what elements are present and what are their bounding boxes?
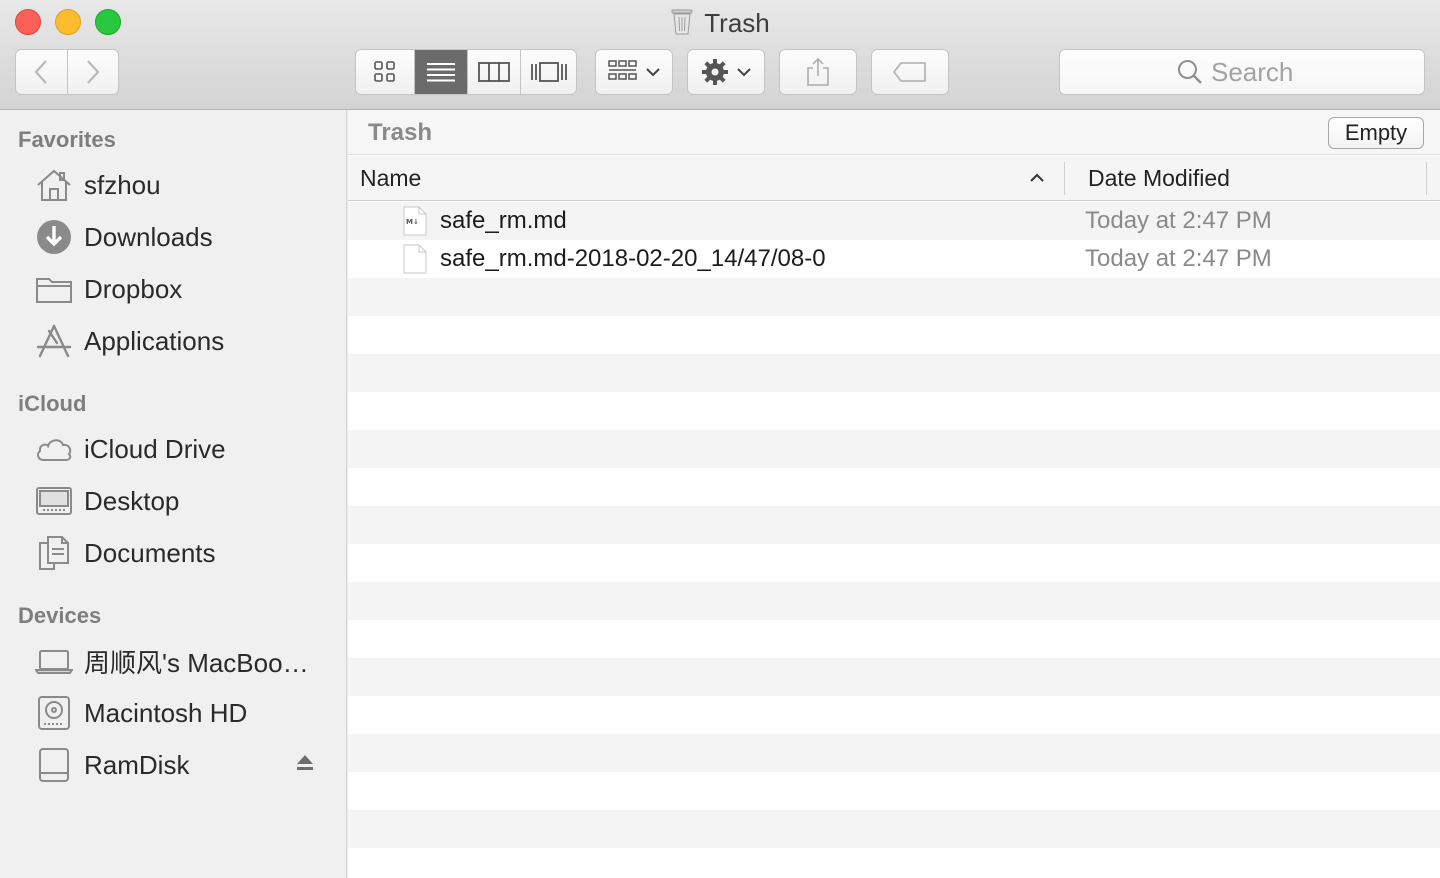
sidebar-item-label: iCloud Drive: [84, 433, 226, 464]
sidebar-item-label: Desktop: [84, 485, 180, 516]
sidebar-item-label: Dropbox: [84, 273, 183, 304]
column-divider[interactable]: [1426, 162, 1427, 195]
folder-icon: [34, 271, 74, 307]
icon-view-button[interactable]: [356, 50, 415, 94]
sidebar-item-label: Macintosh HD: [84, 697, 248, 728]
sidebar-section-devices: Devices: [18, 603, 102, 628]
file-date-modified: Today at 2:47 PM: [1085, 207, 1272, 234]
home-icon: [34, 167, 74, 203]
sidebar-item-applications[interactable]: Applications: [0, 319, 346, 363]
window-toolbar: Trash: [0, 0, 1440, 110]
list-icon: [427, 63, 455, 82]
sidebar-item-label: Applications: [84, 325, 225, 356]
chevron-right-icon: [86, 60, 100, 84]
sidebar-item-label: Downloads: [84, 221, 213, 252]
gear-icon: [702, 59, 728, 85]
empty-row-stripe: [348, 810, 1440, 848]
tags-button[interactable]: [871, 49, 949, 95]
sidebar-item-desktop[interactable]: Desktop: [0, 479, 346, 523]
file-browser: Trash Empty Name Date Modified M↓ safe_r…: [348, 110, 1440, 878]
sidebar-item-label: 周顺风's MacBoo…: [84, 647, 309, 678]
back-button[interactable]: [16, 50, 68, 94]
window-title: Trash: [704, 8, 770, 38]
sidebar-item-downloads[interactable]: Downloads: [0, 215, 346, 259]
markdown-file-icon: M↓: [403, 206, 427, 241]
disk-icon: [34, 747, 74, 783]
harddisk-icon: [34, 695, 74, 731]
sidebar-item-dropbox[interactable]: Dropbox: [0, 267, 346, 311]
column-header: Name Date Modified: [348, 156, 1440, 201]
column-divider[interactable]: [1064, 162, 1065, 195]
desktop-icon: [34, 483, 74, 519]
empty-row-stripe: [348, 658, 1440, 696]
laptop-icon: [34, 643, 74, 679]
navigation-buttons: [15, 49, 119, 95]
empty-row-stripe: [348, 354, 1440, 392]
sidebar-item-icloud-drive[interactable]: iCloud Drive: [0, 427, 346, 471]
documents-icon: [34, 535, 74, 571]
sidebar-item-ramdisk[interactable]: RamDisk: [0, 743, 346, 787]
eject-icon[interactable]: [295, 753, 315, 778]
sidebar-item-documents[interactable]: Documents: [0, 531, 346, 575]
sidebar-item-macintosh-hd[interactable]: Macintosh HD: [0, 691, 346, 735]
empty-row-stripe: [348, 430, 1440, 468]
empty-row-stripe: [348, 506, 1440, 544]
sidebar-item-macbook[interactable]: 周顺风's MacBoo…: [0, 639, 346, 683]
sort-ascending-icon: [1030, 170, 1044, 188]
svg-text:M↓: M↓: [406, 218, 419, 226]
downloads-icon: [34, 219, 74, 255]
empty-row-stripe: [348, 278, 1440, 316]
sidebar-item-label: RamDisk: [84, 749, 190, 780]
sidebar-section-favorites: Favorites: [18, 127, 116, 152]
name-column-header[interactable]: Name: [360, 165, 421, 192]
search-icon: [1178, 60, 1202, 84]
sidebar-item-label: Documents: [84, 537, 216, 568]
applications-icon: [34, 323, 74, 359]
chevron-down-icon: [646, 68, 660, 77]
cloud-icon: [34, 431, 74, 467]
arrange-button[interactable]: [595, 49, 673, 95]
search-field[interactable]: [1059, 49, 1425, 95]
blank-file-icon: [403, 244, 427, 279]
share-button[interactable]: [779, 49, 857, 95]
cover-flow-icon: [530, 62, 567, 82]
arrange-grid-icon: [608, 60, 637, 80]
file-date-modified: Today at 2:47 PM: [1085, 245, 1272, 272]
sidebar-item-label: sfzhou: [84, 169, 161, 200]
sidebar: Favorites sfzhou Downloads Dropbox Appli…: [0, 110, 347, 878]
empty-trash-button[interactable]: Empty: [1328, 117, 1424, 149]
share-icon: [807, 57, 829, 86]
trash-header-bar: Trash Empty: [348, 110, 1440, 155]
file-row[interactable]: M↓ safe_rm.md Today at 2:47 PM: [348, 202, 1440, 240]
window-title-container: Trash: [0, 6, 1440, 43]
current-folder-name: Trash: [368, 119, 433, 146]
list-view-button[interactable]: [415, 50, 468, 94]
column-view-button[interactable]: [468, 50, 521, 94]
tag-icon: [893, 62, 926, 82]
view-mode-control: [355, 49, 577, 95]
grid-icon: [374, 61, 395, 82]
chevron-down-icon: [737, 68, 751, 77]
empty-row-stripe: [348, 582, 1440, 620]
trash-icon: [670, 6, 694, 43]
columns-icon: [478, 62, 510, 82]
sidebar-item-sfzhou[interactable]: sfzhou: [0, 163, 346, 207]
file-name: safe_rm.md-2018-02-20_14/47/08-0: [440, 245, 826, 272]
search-input[interactable]: [1211, 56, 1307, 88]
action-menu-button[interactable]: [687, 49, 765, 95]
file-row[interactable]: safe_rm.md-2018-02-20_14/47/08-0 Today a…: [348, 240, 1440, 278]
date-modified-column-header[interactable]: Date Modified: [1088, 165, 1230, 192]
chevron-left-icon: [34, 60, 48, 84]
sidebar-section-icloud: iCloud: [18, 391, 87, 416]
file-list: M↓ safe_rm.md Today at 2:47 PM safe_rm.m…: [348, 202, 1440, 878]
file-name: safe_rm.md: [440, 207, 567, 234]
cover-flow-view-button[interactable]: [521, 50, 576, 94]
forward-button[interactable]: [68, 50, 119, 94]
empty-row-stripe: [348, 734, 1440, 772]
